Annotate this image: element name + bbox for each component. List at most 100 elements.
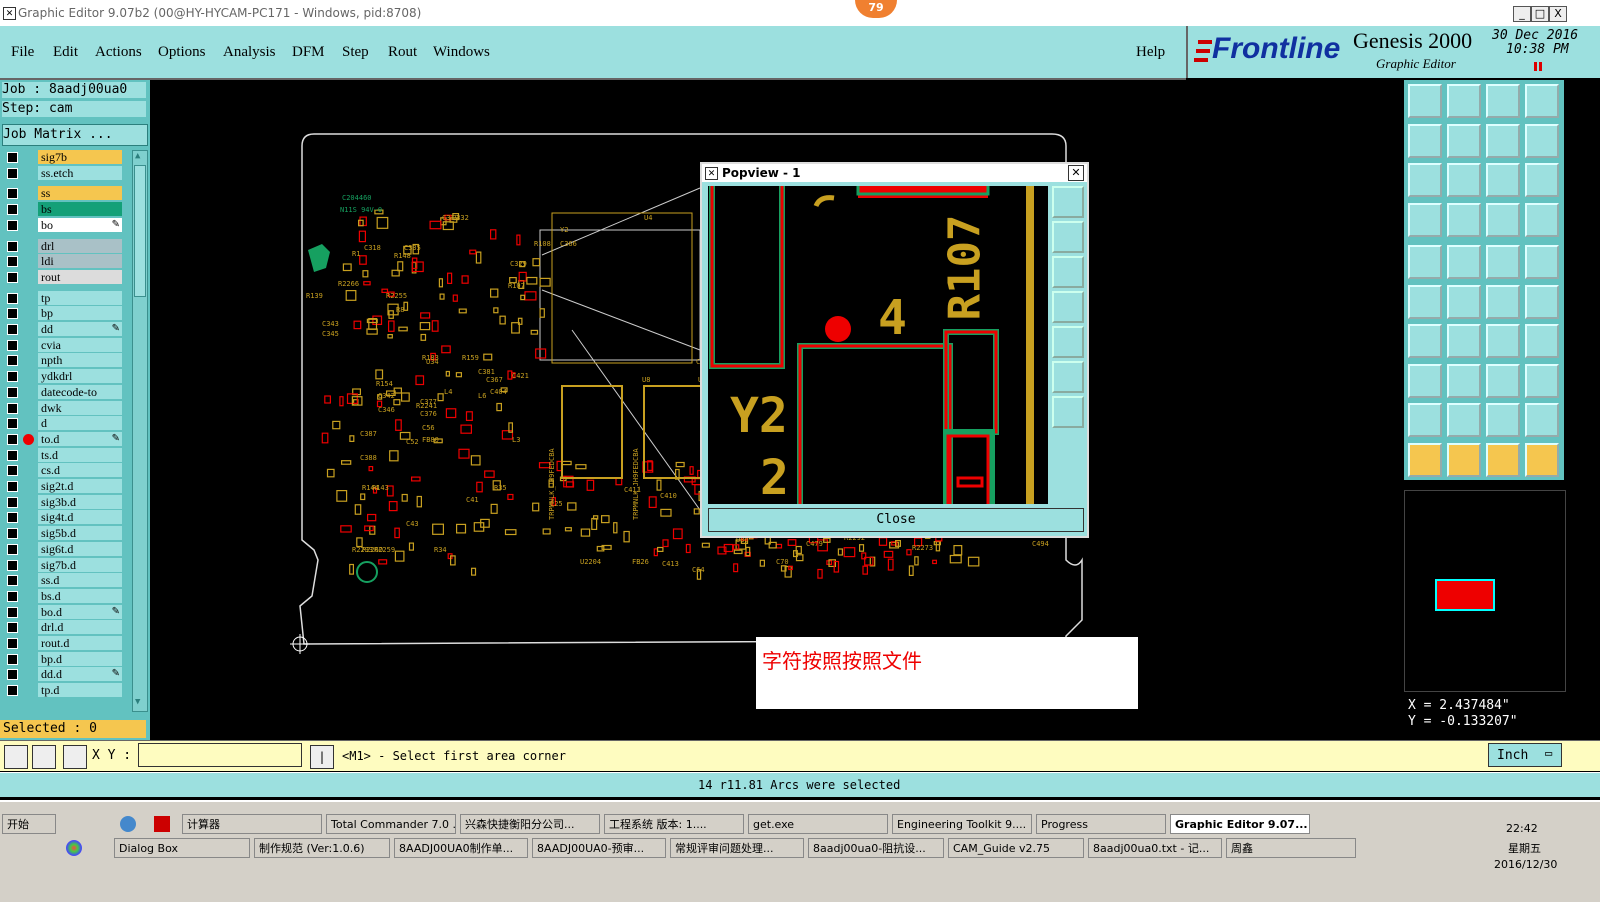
layer-checkbox[interactable] [7, 240, 18, 252]
taskbar-button[interactable]: get.exe [748, 814, 888, 834]
notification-badge[interactable]: 79 [855, 0, 897, 18]
move-icon[interactable] [1486, 284, 1520, 319]
taskbar-button[interactable]: 周鑫 [1226, 838, 1356, 858]
popview-zoom-view[interactable]: R107 4 Y2 2 [708, 186, 1048, 504]
minimize-button[interactable]: _ [1513, 6, 1531, 22]
taskbar-button[interactable]: 兴森快捷衡阳分公司... [460, 814, 600, 834]
layer-checkbox[interactable] [7, 465, 18, 477]
layer-name[interactable]: sig2t.d [38, 479, 122, 493]
scroll-up-icon[interactable]: ▲ [135, 151, 140, 161]
snap-icon[interactable] [1525, 284, 1559, 319]
layer-row[interactable]: bp [4, 306, 122, 321]
layer-checkbox[interactable] [7, 496, 18, 508]
layer-row[interactable]: sig7b.d [4, 557, 122, 573]
maximize-button[interactable]: □ [1531, 6, 1549, 22]
layer-row[interactable]: ldi [4, 254, 122, 269]
layer-name[interactable]: to.d ✎ [38, 431, 122, 446]
pointer-icon[interactable] [1408, 442, 1442, 477]
layer-row[interactable]: bo.d ✎ [4, 604, 122, 620]
layer-checkbox[interactable] [7, 188, 18, 200]
mirror-icon[interactable] [1486, 123, 1520, 158]
taskbar-button[interactable]: 8aadj00ua0-阻抗设... [808, 838, 944, 858]
popview-zoom-out-icon[interactable] [1052, 396, 1084, 428]
layer-checkbox[interactable] [7, 575, 18, 587]
triangle-alt-icon[interactable] [1447, 403, 1481, 437]
move-up-icon[interactable] [1408, 84, 1442, 118]
point-icon[interactable] [1408, 363, 1442, 398]
layer-checkbox[interactable] [7, 339, 18, 351]
layer-row[interactable]: ss.d [4, 573, 122, 588]
layer-compare-alt-icon[interactable] [1525, 202, 1559, 237]
layer-name[interactable]: drl.d [38, 620, 122, 635]
popview-close-button[interactable]: Close [708, 508, 1084, 532]
layer-row[interactable]: ts.d [4, 447, 122, 463]
menu-rout[interactable]: Rout [388, 44, 417, 61]
layer-checkbox[interactable] [7, 590, 18, 602]
measure-icon[interactable] [1408, 202, 1442, 237]
dash-icon[interactable] [1447, 363, 1481, 398]
layer-row[interactable]: to.d ✎ [4, 431, 122, 447]
popview-pan-down-icon[interactable] [1052, 256, 1084, 288]
layer-name[interactable]: sig7b [38, 150, 122, 164]
layer-checkbox[interactable] [7, 152, 18, 163]
layer-name[interactable]: bs.d [38, 588, 122, 603]
layer-checkbox[interactable] [7, 449, 18, 461]
menu-analysis[interactable]: Analysis [223, 44, 276, 61]
layer-row[interactable]: sig5b.d [4, 526, 122, 541]
pointer-move-icon[interactable] [1525, 442, 1559, 477]
pointer-arrow-icon[interactable] [1486, 442, 1520, 477]
ie-icon[interactable] [120, 816, 136, 832]
taskbar-button[interactable]: Engineering Toolkit 9.... [892, 814, 1032, 834]
taskbar-button[interactable]: Total Commander 7.0 ... [326, 814, 456, 834]
layer-name[interactable]: sig7b.d [38, 557, 122, 572]
pdf-icon[interactable] [154, 816, 170, 832]
quicklaunch-icon[interactable] [66, 840, 82, 856]
layer-checkbox[interactable] [7, 292, 18, 304]
layer-name[interactable]: ss [38, 186, 122, 201]
snap-icon[interactable] [4, 745, 28, 769]
triangle-red-icon[interactable] [1525, 403, 1559, 437]
layer-checkbox[interactable] [7, 559, 18, 571]
layer-row[interactable]: tp.d [4, 683, 122, 698]
layer-checkbox[interactable] [7, 606, 18, 618]
center-icon[interactable] [1447, 163, 1481, 197]
scroll-thumb[interactable] [134, 165, 146, 297]
layer-row[interactable]: sig6t.d [4, 541, 122, 557]
layer-name[interactable]: bo.d ✎ [38, 604, 122, 619]
menu-actions[interactable]: Actions [95, 44, 142, 61]
layer-name[interactable]: rout [38, 269, 122, 284]
triangle-bold-icon[interactable] [1486, 403, 1520, 437]
angle-icon[interactable] [1408, 324, 1442, 358]
layer-checkbox[interactable] [7, 308, 18, 320]
taskbar-button[interactable]: 计算器 [182, 814, 322, 834]
layer-checkbox[interactable] [7, 418, 18, 430]
menu-step[interactable]: Step [342, 44, 369, 61]
slash-icon[interactable] [1447, 324, 1481, 358]
layer-name[interactable]: tp [38, 290, 122, 305]
ruler-icon[interactable] [1486, 245, 1520, 279]
layer-row[interactable]: npth [4, 353, 122, 368]
taskbar-button[interactable]: 8aadj00ua0.txt - 记... [1088, 838, 1222, 858]
layer-name[interactable]: sig5b.d [38, 526, 122, 541]
popview-pan-left-icon[interactable] [1052, 291, 1084, 323]
pan-right-icon[interactable] [1447, 123, 1481, 158]
layer-row[interactable]: rout.d [4, 636, 122, 651]
layer-row[interactable]: d [4, 416, 122, 431]
layer-name[interactable]: dd.d ✎ [38, 667, 122, 682]
copy-icon[interactable] [1525, 363, 1559, 398]
fit-icon[interactable] [1408, 163, 1442, 197]
layer-name[interactable]: ts.d [38, 447, 122, 462]
layer-name[interactable]: sig3b.d [38, 494, 122, 509]
layer-name[interactable]: datecode-to [38, 384, 122, 399]
scroll-down-icon[interactable]: ▼ [135, 697, 140, 707]
pause-icon[interactable] [1534, 62, 1542, 71]
taskbar-button[interactable]: Progress [1036, 814, 1166, 834]
layer-checkbox[interactable] [7, 512, 18, 524]
layer-name[interactable]: ss.d [38, 573, 122, 588]
menu-dfm[interactable]: DFM [292, 44, 325, 61]
layer-checkbox[interactable] [7, 167, 18, 179]
layer-name[interactable]: drl [38, 238, 122, 253]
line-icon[interactable] [1447, 245, 1481, 279]
layer-row[interactable]: cs.d [4, 463, 122, 478]
layer-name[interactable]: ss.etch [38, 165, 122, 180]
